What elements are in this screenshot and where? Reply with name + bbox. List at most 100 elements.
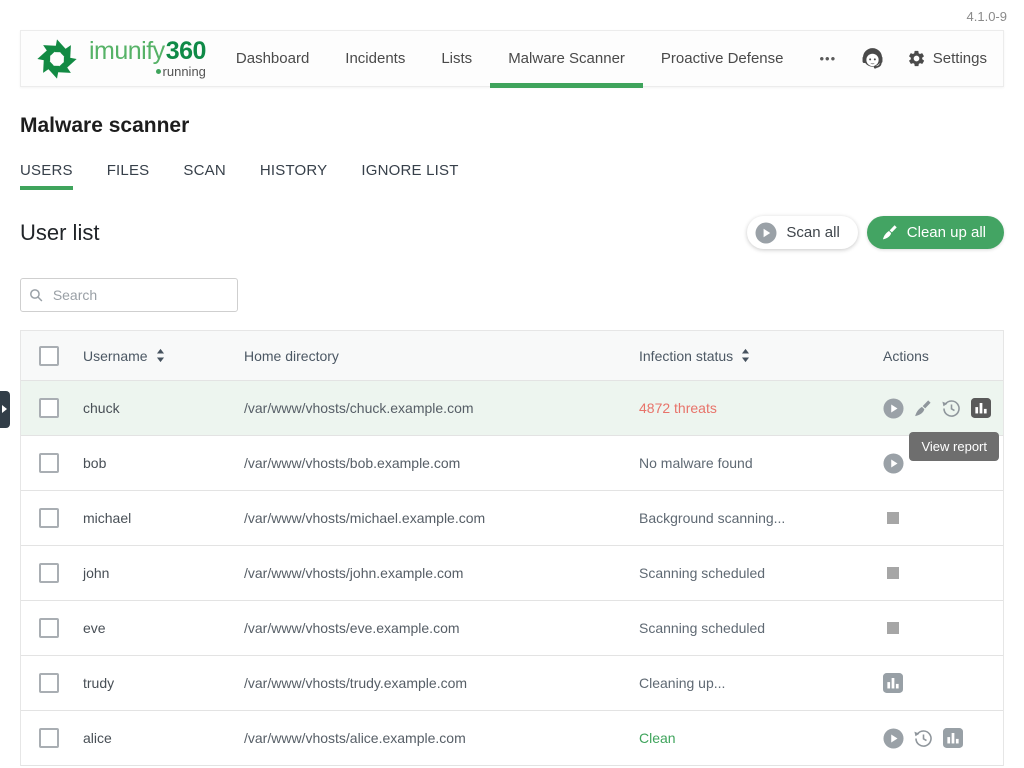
- settings-button[interactable]: Settings: [907, 49, 987, 68]
- imunify-pinwheel-icon: [35, 37, 79, 81]
- nav-item-incidents[interactable]: Incidents: [327, 31, 423, 86]
- tab-users[interactable]: USERS: [20, 162, 73, 190]
- play-action-button[interactable]: [883, 398, 904, 419]
- main-nav: DashboardIncidentsListsMalware ScannerPr…: [218, 31, 854, 86]
- actions-cell: [883, 567, 1003, 579]
- broom-icon: [913, 399, 932, 418]
- history-action-button[interactable]: [941, 398, 962, 419]
- play-action-button[interactable]: [883, 453, 904, 474]
- home-directory-cell: /var/www/vhosts/bob.example.com: [244, 455, 639, 471]
- tab-files[interactable]: FILES: [107, 162, 150, 190]
- column-label: Username: [83, 348, 148, 364]
- tab-history[interactable]: HISTORY: [260, 162, 328, 190]
- report-action-button[interactable]: [971, 398, 991, 418]
- broom-icon: [881, 224, 898, 241]
- logo-wordmark: imunify360 running: [89, 39, 206, 78]
- nav-item-more[interactable]: •••: [801, 31, 854, 86]
- infection-status: 4872 threats: [639, 400, 883, 416]
- section-title: User list: [20, 220, 99, 246]
- table-row-john: john/var/www/vhosts/john.example.comScan…: [21, 546, 1003, 601]
- tab-ignore-list[interactable]: IGNORE LIST: [361, 162, 458, 190]
- stop-action-button[interactable]: [883, 512, 899, 524]
- infection-status: Cleaning up...: [639, 675, 883, 691]
- row-checkbox[interactable]: [39, 673, 59, 693]
- stop-action-button[interactable]: [883, 622, 899, 634]
- view-report-tooltip: View report: [909, 432, 999, 461]
- headset-support-icon[interactable]: [858, 44, 887, 73]
- table-header-row: Username Home directoryInfection status Ac…: [21, 331, 1003, 381]
- row-checkbox[interactable]: [39, 398, 59, 418]
- select-all-checkbox[interactable]: [39, 346, 59, 366]
- table-row-bob: bob/var/www/vhosts/bob.example.comNo mal…: [21, 436, 1003, 491]
- stop-action-button[interactable]: [883, 567, 899, 579]
- username-cell: michael: [83, 510, 244, 526]
- table-row-chuck: chuck/var/www/vhosts/chuck.example.com48…: [21, 381, 1003, 436]
- infection-status: No malware found: [639, 455, 883, 471]
- infection-status: Clean: [639, 730, 883, 746]
- home-directory-cell: /var/www/vhosts/chuck.example.com: [244, 400, 639, 416]
- report-action-button[interactable]: [883, 673, 903, 693]
- column-label: Infection status: [639, 348, 733, 364]
- nav-item-malware-scanner[interactable]: Malware Scanner: [490, 31, 643, 86]
- history-icon: [941, 398, 962, 419]
- settings-label: Settings: [933, 50, 987, 67]
- report-action-button[interactable]: [943, 728, 963, 748]
- username-cell: john: [83, 565, 244, 581]
- history-action-button[interactable]: [913, 728, 934, 749]
- cleanup-action-button[interactable]: [913, 399, 932, 418]
- user-list-table: Username Home directoryInfection status Ac…: [20, 330, 1004, 766]
- tab-scan[interactable]: SCAN: [183, 162, 225, 190]
- play-icon: [755, 222, 777, 244]
- nav-item-dashboard[interactable]: Dashboard: [218, 31, 327, 86]
- app-header: imunify360 running DashboardIncidentsLis…: [20, 30, 1004, 87]
- history-icon: [913, 728, 934, 749]
- scanner-tabs: USERS FILES SCAN HISTORY IGNORE LIST: [20, 162, 1004, 190]
- main-content: Malware scanner USERS FILES SCAN HISTORY IGN…: [0, 86, 1024, 766]
- column-header-actions: Actions: [883, 348, 1003, 364]
- row-checkbox[interactable]: [39, 563, 59, 583]
- play-icon: [883, 398, 904, 419]
- row-checkbox[interactable]: [39, 618, 59, 638]
- home-directory-cell: /var/www/vhosts/michael.example.com: [244, 510, 639, 526]
- actions-cell: [883, 622, 1003, 634]
- row-checkbox[interactable]: [39, 728, 59, 748]
- clean-up-all-label: Clean up all: [907, 224, 986, 241]
- username-cell: trudy: [83, 675, 244, 691]
- play-icon: [883, 728, 904, 749]
- table-row-eve: eve/var/www/vhosts/eve.example.comScanni…: [21, 601, 1003, 656]
- clean-up-all-button[interactable]: Clean up all: [867, 216, 1004, 249]
- infection-status: Scanning scheduled: [639, 620, 883, 636]
- username-cell: eve: [83, 620, 244, 636]
- actions-cell: [883, 673, 1003, 693]
- brand-text: imunify: [89, 37, 165, 65]
- search-box: [20, 278, 238, 312]
- scan-all-label: Scan all: [786, 224, 839, 241]
- table-body: chuck/var/www/vhosts/chuck.example.com48…: [21, 381, 1003, 766]
- stop-icon: [887, 512, 899, 524]
- actions-cell: [883, 728, 1003, 749]
- nav-item-proactive-defense[interactable]: Proactive Defense: [643, 31, 802, 86]
- report-icon: [883, 673, 903, 693]
- stop-icon: [887, 567, 899, 579]
- side-drawer-toggle[interactable]: [0, 391, 10, 428]
- table-row-alice: alice/var/www/vhosts/alice.example.comCl…: [21, 711, 1003, 766]
- nav-item-lists[interactable]: Lists: [423, 31, 490, 86]
- stop-icon: [887, 622, 899, 634]
- report-icon: [971, 398, 991, 418]
- brand-suffix: 360: [166, 37, 206, 65]
- status-dot-icon: [156, 69, 161, 74]
- scan-all-button[interactable]: Scan all: [747, 216, 857, 249]
- column-header-infection-status[interactable]: Infection status: [639, 348, 883, 364]
- table-row-michael: michael/var/www/vhosts/michael.example.c…: [21, 491, 1003, 546]
- username-cell: bob: [83, 455, 244, 471]
- column-header-home-directory: Home directory: [244, 348, 639, 364]
- version-label: 4.1.0-9: [967, 9, 1007, 24]
- search-input[interactable]: [51, 286, 229, 304]
- infection-status: Scanning scheduled: [639, 565, 883, 581]
- actions-cell: [883, 512, 1003, 524]
- row-checkbox[interactable]: [39, 508, 59, 528]
- row-checkbox[interactable]: [39, 453, 59, 473]
- page-title: Malware scanner: [20, 114, 1004, 138]
- column-header-username[interactable]: Username: [83, 348, 244, 364]
- play-action-button[interactable]: [883, 728, 904, 749]
